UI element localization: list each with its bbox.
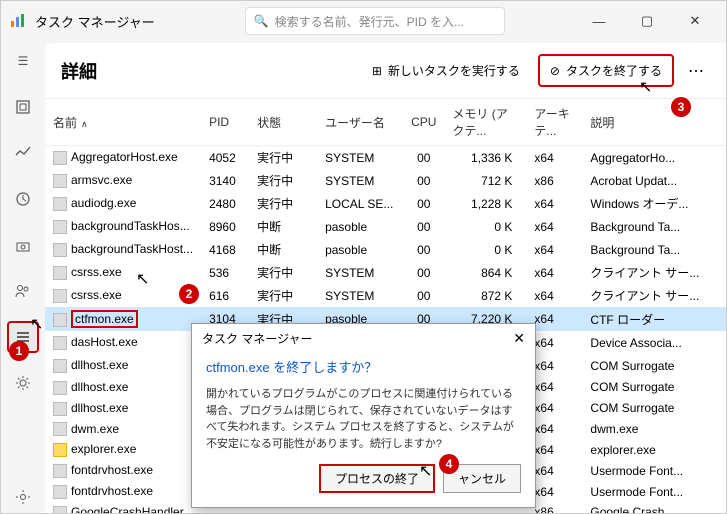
more-button[interactable]: ⋯ (682, 61, 710, 81)
table-row[interactable]: backgroundTaskHost...4168中断pasoble000 Kx… (45, 238, 726, 261)
col-status[interactable]: 状態 (249, 99, 317, 146)
confirm-dialog: タスク マネージャー ✕ ctfmon.exe を終了しますか？ 開かれているプ… (191, 323, 536, 508)
search-icon: 🔍 (254, 14, 269, 28)
col-mem[interactable]: メモリ (アクテ... (444, 99, 526, 146)
titlebar: タスク マネージャー 🔍 検索する名前、発行元、PID を入... — ▢ ✕ (1, 1, 726, 41)
cursor-icon: ↖ (136, 269, 149, 289)
table-row[interactable]: audiodg.exe2480実行中LOCAL SE...001,228 Kx6… (45, 192, 726, 215)
search-input[interactable]: 🔍 検索する名前、発行元、PID を入... (245, 7, 505, 35)
table-row[interactable]: backgroundTaskHos...8960中断pasoble000 Kx6… (45, 215, 726, 238)
col-user[interactable]: ユーザー名 (317, 99, 403, 146)
hamburger-icon[interactable]: ☰ (7, 45, 39, 77)
annotation-badge-1: 1 (9, 341, 29, 361)
stop-icon: ⊘ (550, 64, 560, 78)
col-name[interactable]: 名前∧ (45, 99, 201, 146)
table-row[interactable]: AggregatorHost.exe4052実行中SYSTEM001,336 K… (45, 146, 726, 170)
dialog-close-button[interactable]: ✕ (513, 330, 525, 347)
annotation-badge-4: 4 (439, 454, 459, 474)
col-pid[interactable]: PID (201, 99, 249, 146)
annotation-badge-3: 3 (671, 97, 691, 117)
dialog-question: ctfmon.exe を終了しますか？ (206, 357, 521, 376)
end-task-button[interactable]: ⊘ タスクを終了する (538, 54, 674, 87)
cursor-icon: ↖ (419, 461, 432, 481)
col-desc[interactable]: 説明 (582, 99, 726, 146)
processes-icon[interactable] (7, 91, 39, 123)
history-icon[interactable] (7, 183, 39, 215)
search-placeholder: 検索する名前、発行元、PID を入... (275, 13, 464, 30)
maximize-button[interactable]: ▢ (632, 6, 662, 36)
startup-icon[interactable] (7, 229, 39, 261)
settings-icon[interactable] (7, 481, 39, 513)
cursor-icon: ↖ (30, 314, 43, 334)
app-icon (9, 12, 27, 30)
performance-icon[interactable] (7, 137, 39, 169)
annotation-badge-2: 2 (179, 284, 199, 304)
dialog-message: 開かれているプログラムがこのプロセスに関連付けられている場合、プログラムは閉じら… (206, 386, 521, 452)
col-arch[interactable]: アーキテ... (526, 99, 582, 146)
table-row[interactable]: armsvc.exe3140実行中SYSTEM00712 Kx86Acrobat… (45, 169, 726, 192)
new-task-button[interactable]: ⊞ 新しいタスクを実行する (362, 56, 530, 85)
plus-icon: ⊞ (372, 64, 382, 78)
users-icon[interactable] (7, 275, 39, 307)
table-header-row: 名前∧ PID 状態 ユーザー名 CPU メモリ (アクテ... アーキテ...… (45, 99, 726, 146)
close-button[interactable]: ✕ (680, 6, 710, 36)
services-icon[interactable] (7, 367, 39, 399)
page-title: 詳細 (61, 58, 97, 84)
col-cpu[interactable]: CPU (403, 99, 444, 146)
end-process-button[interactable]: プロセスの終了 (319, 464, 435, 493)
cursor-icon: ↖ (639, 77, 652, 97)
page-header: 詳細 ⊞ 新しいタスクを実行する ⊘ タスクを終了する ⋯ (45, 43, 726, 99)
sidebar: ☰ (1, 41, 45, 513)
sort-asc-icon: ∧ (81, 119, 88, 129)
dialog-title: タスク マネージャー (202, 330, 313, 347)
minimize-button[interactable]: — (584, 6, 614, 36)
app-title: タスク マネージャー (35, 12, 155, 31)
